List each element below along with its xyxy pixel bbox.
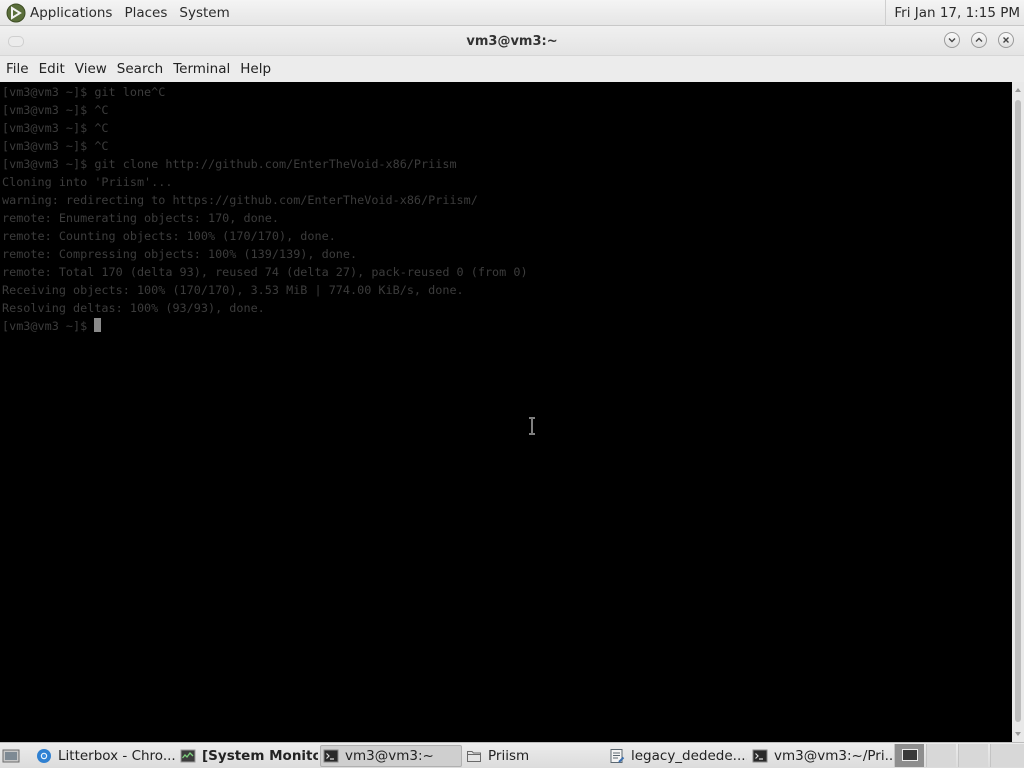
close-button[interactable] [998,32,1014,48]
show-desktop-icon[interactable] [2,747,20,765]
applications-menu[interactable]: Applications [30,5,112,21]
terminal-line: remote: Counting objects: 100% (170/170)… [2,229,336,243]
terminal-line: [vm3@vm3 ~]$ git lone^C [2,85,166,99]
terminal-menubar: File Edit View Search Terminal Help [0,56,1024,82]
top-panel-menus: Applications Places System [0,0,242,25]
chevron-up-icon [975,37,983,42]
chevron-down-icon [948,38,956,43]
system-menu[interactable]: System [179,5,229,21]
task-terminal-priism[interactable]: vm3@vm3:~/Pri... [750,745,892,767]
task-label: vm3@vm3:~ [345,748,434,764]
folder-icon [467,751,481,762]
scroll-down-icon[interactable] [1014,730,1022,738]
task-system-monitor[interactable]: [System Monitor] [178,745,318,767]
workspace-4[interactable] [990,744,1024,767]
task-label: legacy_dedede.... [631,748,747,764]
menu-help[interactable]: Help [240,61,271,77]
task-terminal-home[interactable]: vm3@vm3:~ [320,745,462,767]
system-monitor-icon [180,749,196,763]
terminal-prompt: [vm3@vm3 ~]$ [2,319,95,333]
minimize-button[interactable] [944,32,960,48]
task-legacy-dedede[interactable]: legacy_dedede.... [607,745,747,767]
task-label: vm3@vm3:~/Pri... [774,748,892,764]
task-label: Litterbox - Chro... [58,748,176,764]
terminal-line: remote: Compressing objects: 100% (139/1… [2,247,358,261]
workspace-window-thumbnail [902,749,918,761]
terminal-line: warning: redirecting to https://github.c… [2,193,478,207]
places-menu[interactable]: Places [124,5,167,21]
maximize-button[interactable] [971,32,987,48]
menu-view[interactable]: View [75,61,107,77]
terminal-line: [vm3@vm3 ~]$ ^C [2,103,109,117]
top-panel: Applications Places System Fri Jan 17, 1… [0,0,1024,26]
terminal-line: Receiving objects: 100% (170/170), 3.53 … [2,283,464,297]
menu-file[interactable]: File [6,61,29,77]
text-editor-icon [610,749,625,763]
terminal-line: [vm3@vm3 ~]$ git clone http://github.com… [2,157,457,171]
terminal-line: Resolving deltas: 100% (93/93), done. [2,301,265,315]
terminal-line: [vm3@vm3 ~]$ ^C [2,139,109,153]
terminal-line: [vm3@vm3 ~]$ ^C [2,121,109,135]
workspace-1[interactable] [894,744,924,767]
menu-terminal[interactable]: Terminal [173,61,230,77]
menu-search[interactable]: Search [117,61,163,77]
terminal-output: [vm3@vm3 ~]$ git lone^C [vm3@vm3 ~]$ ^C … [2,83,528,335]
terminal-prompt-line: [vm3@vm3 ~]$ [2,317,528,335]
window-titlebar[interactable]: vm3@vm3:~ [0,26,1024,56]
workspace-2[interactable] [926,744,956,767]
task-priism-folder[interactable]: Priism [464,745,604,767]
task-chrome[interactable]: Litterbox - Chro... [34,745,176,767]
bottom-panel: Litterbox - Chro... [System Monitor] vm3… [0,742,1024,768]
text-cursor [94,318,102,332]
terminal-icon [323,749,339,763]
terminal-line: remote: Total 170 (delta 93), reused 74 … [2,265,528,279]
menu-edit[interactable]: Edit [39,61,65,77]
scroll-thumb[interactable] [1015,100,1021,722]
chrome-icon [37,749,51,763]
close-icon [1003,37,1009,43]
clock[interactable]: Fri Jan 17, 1:15 PM [885,0,1020,26]
scroll-up-icon[interactable] [1014,86,1022,94]
terminal-area[interactable]: [vm3@vm3 ~]$ git lone^C [vm3@vm3 ~]$ ^C … [0,82,1012,742]
workspace-3[interactable] [958,744,988,767]
terminal-line: Cloning into 'Priism'... [2,175,173,189]
ibeam-cursor-icon [529,417,535,435]
task-label: Priism [488,748,530,764]
mate-logo-icon[interactable] [6,3,26,23]
window-title: vm3@vm3:~ [466,34,558,49]
terminal-scrollbar[interactable] [1012,82,1024,742]
terminal-line: remote: Enumerating objects: 170, done. [2,211,279,225]
task-label: [System Monitor] [202,748,318,764]
terminal-icon [752,749,768,763]
